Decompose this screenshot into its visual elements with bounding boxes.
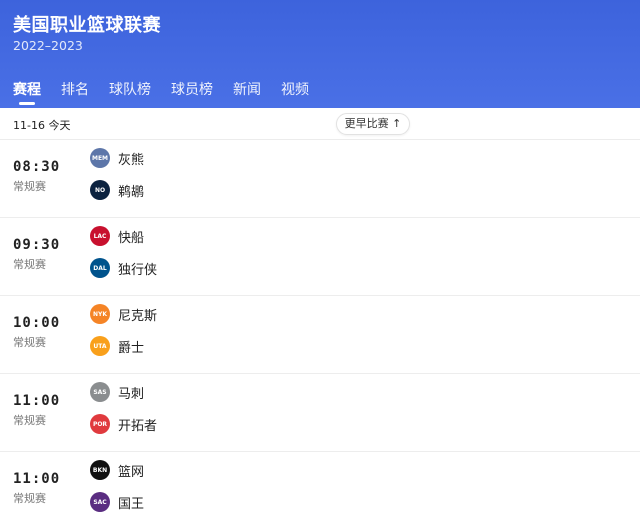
away-team[interactable]: NO 鹈鹕 xyxy=(90,180,144,200)
match-time: 08:30 xyxy=(13,159,61,175)
home-team[interactable]: SAS 马刺 xyxy=(90,382,144,402)
mavericks-logo: DAL xyxy=(90,258,110,278)
team-name: 灰熊 xyxy=(118,152,145,168)
tab-standings[interactable]: 排名 xyxy=(61,79,89,107)
clippers-logo: LAC xyxy=(90,226,110,246)
match-type: 常规赛 xyxy=(13,258,46,271)
knicks-logo: NYK xyxy=(90,304,110,324)
team-name: 国王 xyxy=(118,496,145,512)
season-label: 2022–2023 xyxy=(13,38,83,53)
match-row[interactable]: 09:30 常规赛 LAC 快船 DAL 独行侠 xyxy=(0,218,640,296)
team-name: 独行侠 xyxy=(118,262,158,278)
kings-logo: SAC xyxy=(90,492,110,512)
date-label: 11-16 今天 xyxy=(13,119,71,132)
match-type: 常规赛 xyxy=(13,336,46,349)
match-row[interactable]: 08:30 常规赛 MEM 灰熊 NO 鹈鹕 xyxy=(0,140,640,218)
home-team[interactable]: NYK 尼克斯 xyxy=(90,304,157,324)
home-team[interactable]: BKN 篮网 xyxy=(90,460,144,480)
tab-team-stats[interactable]: 球队榜 xyxy=(109,79,151,107)
app-header: 美国职业篮球联赛 2022–2023 赛程 排名 球队榜 球员榜 新闻 视频 xyxy=(0,0,640,108)
nets-logo: BKN xyxy=(90,460,110,480)
match-time: 11:00 xyxy=(13,393,61,409)
away-team[interactable]: SAC 国王 xyxy=(90,492,144,512)
match-type: 常规赛 xyxy=(13,492,46,505)
away-team[interactable]: DAL 独行侠 xyxy=(90,258,157,278)
spurs-logo: SAS xyxy=(90,382,110,402)
date-bar: 11-16 今天 更早比赛 ↑ xyxy=(0,108,640,140)
team-name: 鹈鹕 xyxy=(118,184,145,200)
team-name: 马刺 xyxy=(118,386,145,402)
match-row[interactable]: 10:00 常规赛 NYK 尼克斯 UTA 爵士 xyxy=(0,296,640,374)
tab-news[interactable]: 新闻 xyxy=(233,79,261,107)
pelicans-logo: NO xyxy=(90,180,110,200)
match-type: 常规赛 xyxy=(13,180,46,193)
team-name: 篮网 xyxy=(118,464,145,480)
home-team[interactable]: MEM 灰熊 xyxy=(90,148,144,168)
match-list: 08:30 常规赛 MEM 灰熊 NO 鹈鹕 09:30 常规赛 LAC 快船 … xyxy=(0,140,640,523)
grizzlies-logo: MEM xyxy=(90,148,110,168)
team-name: 开拓者 xyxy=(118,418,158,434)
match-time: 11:00 xyxy=(13,471,61,487)
away-team[interactable]: POR 开拓者 xyxy=(90,414,157,434)
tab-bar: 赛程 排名 球队榜 球员榜 新闻 视频 xyxy=(0,79,316,107)
match-row[interactable]: 11:00 常规赛 BKN 篮网 SAC 国王 xyxy=(0,452,640,523)
tab-schedule[interactable]: 赛程 xyxy=(13,79,41,107)
blazers-logo: POR xyxy=(90,414,110,434)
match-row[interactable]: 11:00 常规赛 SAS 马刺 POR 开拓者 xyxy=(0,374,640,452)
home-team[interactable]: LAC 快船 xyxy=(90,226,144,246)
tab-videos[interactable]: 视频 xyxy=(281,79,309,107)
jazz-logo: UTA xyxy=(90,336,110,356)
match-time: 10:00 xyxy=(13,315,61,331)
away-team[interactable]: UTA 爵士 xyxy=(90,336,144,356)
team-name: 尼克斯 xyxy=(118,308,158,324)
team-name: 快船 xyxy=(118,230,145,246)
tab-player-stats[interactable]: 球员榜 xyxy=(171,79,213,107)
match-type: 常规赛 xyxy=(13,414,46,427)
match-time: 09:30 xyxy=(13,237,61,253)
team-name: 爵士 xyxy=(118,340,145,356)
page-title: 美国职业篮球联赛 xyxy=(13,15,161,36)
earlier-games-button[interactable]: 更早比赛 ↑ xyxy=(336,113,410,135)
